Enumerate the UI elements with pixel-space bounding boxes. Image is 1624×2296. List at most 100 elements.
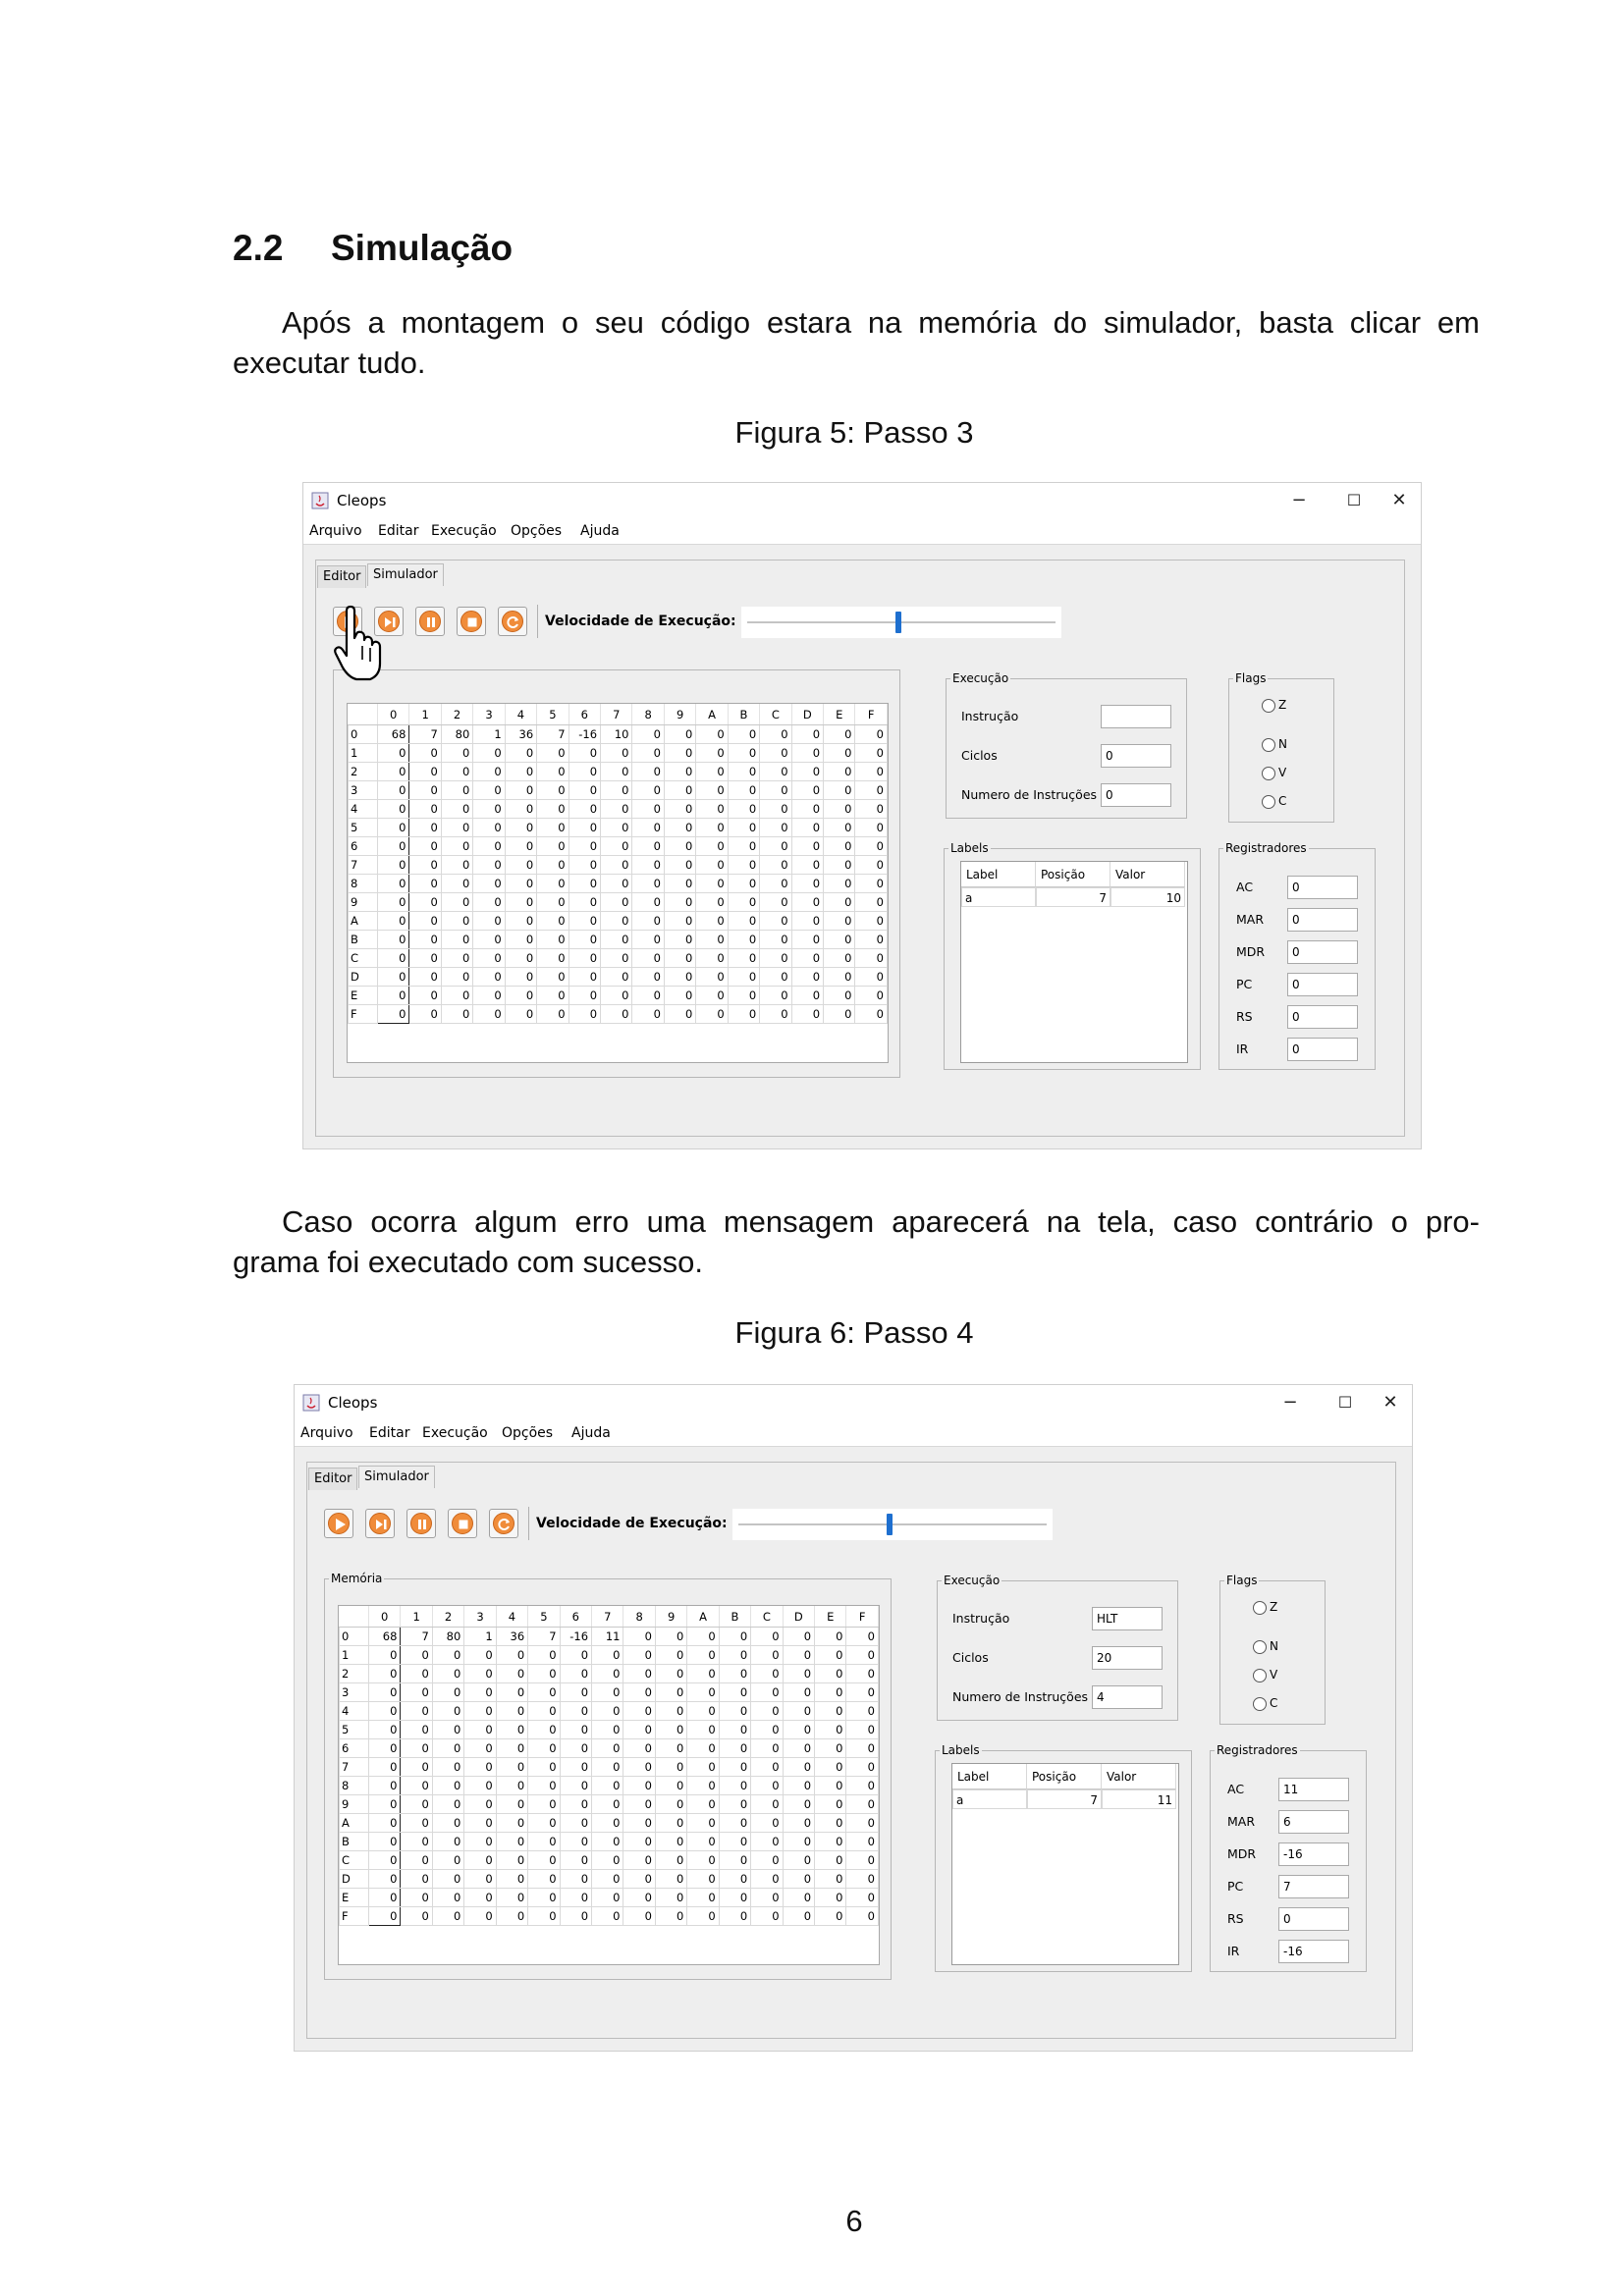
memory-cell[interactable]: 0 <box>559 1776 593 1795</box>
memory-cell[interactable]: -16 <box>559 1627 593 1646</box>
memory-cell[interactable]: 0 <box>727 836 761 856</box>
memory-cell[interactable]: 0 <box>431 1682 465 1702</box>
memory-cell[interactable]: 0 <box>663 930 697 949</box>
memory-cell[interactable]: 0 <box>750 1850 784 1870</box>
flag-v-radio[interactable] <box>1253 1669 1267 1682</box>
memory-cell[interactable]: 0 <box>367 1850 402 1870</box>
memory-cell[interactable]: 10 <box>600 724 633 744</box>
memory-cell[interactable]: 0 <box>431 1813 465 1833</box>
memory-cell[interactable]: 0 <box>845 1813 879 1833</box>
numero-instrucoes-field[interactable]: 0 <box>1101 783 1171 807</box>
memory-cell[interactable]: 0 <box>759 948 792 968</box>
memory-cell[interactable]: 0 <box>536 1004 569 1024</box>
memory-cell[interactable]: 0 <box>750 1832 784 1851</box>
memory-cell[interactable]: 0 <box>782 1888 816 1907</box>
memory-cell[interactable]: 0 <box>591 1720 624 1739</box>
minimize-button[interactable]: − <box>1279 487 1319 514</box>
memory-cell[interactable]: 0 <box>854 836 888 856</box>
memory-cell[interactable]: 0 <box>845 1776 879 1795</box>
memory-cell[interactable]: 0 <box>750 1627 784 1646</box>
memory-cell[interactable]: 0 <box>718 1757 752 1777</box>
memory-cell[interactable]: 0 <box>845 1906 879 1926</box>
memory-cell[interactable]: 0 <box>568 780 602 800</box>
memory-cell[interactable]: 0 <box>600 1004 633 1024</box>
memory-cell[interactable]: 0 <box>845 1682 879 1702</box>
memory-cell[interactable]: 0 <box>790 780 825 800</box>
memory-cell[interactable]: 0 <box>759 818 792 837</box>
memory-cell[interactable]: 0 <box>600 855 633 875</box>
memory-cell[interactable]: 0 <box>823 855 856 875</box>
memory-cell[interactable]: 0 <box>686 1888 720 1907</box>
memory-cell[interactable]: 0 <box>823 930 856 949</box>
memory-cell[interactable]: 0 <box>440 762 474 781</box>
memory-cell[interactable]: 0 <box>568 836 602 856</box>
memory-cell[interactable]: 0 <box>663 986 697 1005</box>
memory-cell[interactable]: 0 <box>790 743 825 763</box>
memory-cell[interactable]: 0 <box>759 799 792 819</box>
memory-cell[interactable]: 0 <box>695 874 729 893</box>
memory-cell[interactable]: 0 <box>663 874 697 893</box>
memory-cell[interactable]: 0 <box>431 1850 465 1870</box>
memory-cell[interactable]: 0 <box>718 1888 752 1907</box>
flag-v-radio[interactable] <box>1262 767 1275 780</box>
memory-cell[interactable]: 0 <box>854 967 888 987</box>
memory-cell[interactable]: 0 <box>527 1682 561 1702</box>
memory-cell[interactable]: 0 <box>495 1645 529 1665</box>
memory-cell[interactable]: 0 <box>654 1869 688 1889</box>
memory-cell[interactable]: 0 <box>408 1004 442 1024</box>
speed-slider[interactable] <box>732 1509 1053 1540</box>
memory-cell[interactable]: 0 <box>440 930 474 949</box>
memory-cell[interactable]: 0 <box>759 892 792 912</box>
memory-cell[interactable]: 0 <box>504 818 538 837</box>
memory-cell[interactable]: 0 <box>654 1794 688 1814</box>
memory-cell[interactable]: 0 <box>431 1906 465 1926</box>
memory-cell[interactable]: 0 <box>686 1869 720 1889</box>
memory-cell[interactable]: 0 <box>790 911 825 931</box>
memory-cell[interactable]: 0 <box>440 967 474 987</box>
memory-cell[interactable]: 0 <box>568 743 602 763</box>
memory-cell[interactable]: 0 <box>854 986 888 1005</box>
labels-cell[interactable]: 10 <box>1110 887 1185 907</box>
memory-cell[interactable]: 0 <box>440 1004 474 1024</box>
memory-cell[interactable]: 0 <box>376 948 410 968</box>
memory-cell[interactable]: 0 <box>527 1720 561 1739</box>
memory-cell[interactable]: 0 <box>631 967 665 987</box>
memory-cell[interactable]: 0 <box>591 1794 624 1814</box>
memory-cell[interactable]: 0 <box>654 1720 688 1739</box>
memory-cell[interactable]: 0 <box>750 1794 784 1814</box>
memory-cell[interactable]: 0 <box>623 1832 656 1851</box>
memory-cell[interactable]: 0 <box>845 1869 879 1889</box>
stop-button[interactable] <box>457 607 486 636</box>
memory-cell[interactable]: 0 <box>495 1794 529 1814</box>
memory-cell[interactable]: 0 <box>463 1738 497 1758</box>
maximize-button[interactable]: ☐ <box>1334 487 1374 514</box>
memory-cell[interactable]: 0 <box>759 874 792 893</box>
memory-cell[interactable]: 0 <box>408 780 442 800</box>
memory-cell[interactable]: 0 <box>782 1813 816 1833</box>
memory-cell[interactable]: 0 <box>823 762 856 781</box>
memory-cell[interactable]: 0 <box>654 1757 688 1777</box>
memory-cell[interactable]: 0 <box>527 1738 561 1758</box>
memory-cell[interactable]: 0 <box>408 836 442 856</box>
memory-cell[interactable]: 0 <box>431 1738 465 1758</box>
menu-execucao[interactable]: Execução <box>431 523 497 539</box>
memory-cell[interactable]: 0 <box>623 1869 656 1889</box>
memory-cell[interactable]: 0 <box>718 1869 752 1889</box>
memory-cell[interactable]: 0 <box>431 1832 465 1851</box>
memory-cell[interactable]: 0 <box>376 762 410 781</box>
memory-cell[interactable]: 0 <box>431 1757 465 1777</box>
memory-cell[interactable]: 0 <box>600 743 633 763</box>
menu-ajuda[interactable]: Ajuda <box>571 1425 611 1441</box>
menu-arquivo[interactable]: Arquivo <box>300 1425 353 1441</box>
memory-cell[interactable]: 0 <box>654 1813 688 1833</box>
memory-cell[interactable]: 0 <box>782 1645 816 1665</box>
memory-cell[interactable]: 0 <box>600 930 633 949</box>
memory-cell[interactable]: 0 <box>568 948 602 968</box>
memory-cell[interactable]: 0 <box>431 1888 465 1907</box>
memory-cell[interactable]: 0 <box>431 1701 465 1721</box>
memory-cell[interactable]: 0 <box>376 818 410 837</box>
memory-cell[interactable]: 0 <box>463 1869 497 1889</box>
register-mdr-field[interactable]: -16 <box>1278 1842 1349 1866</box>
memory-cell[interactable]: 0 <box>495 1664 529 1683</box>
labels-cell[interactable]: 7 <box>1036 887 1110 907</box>
